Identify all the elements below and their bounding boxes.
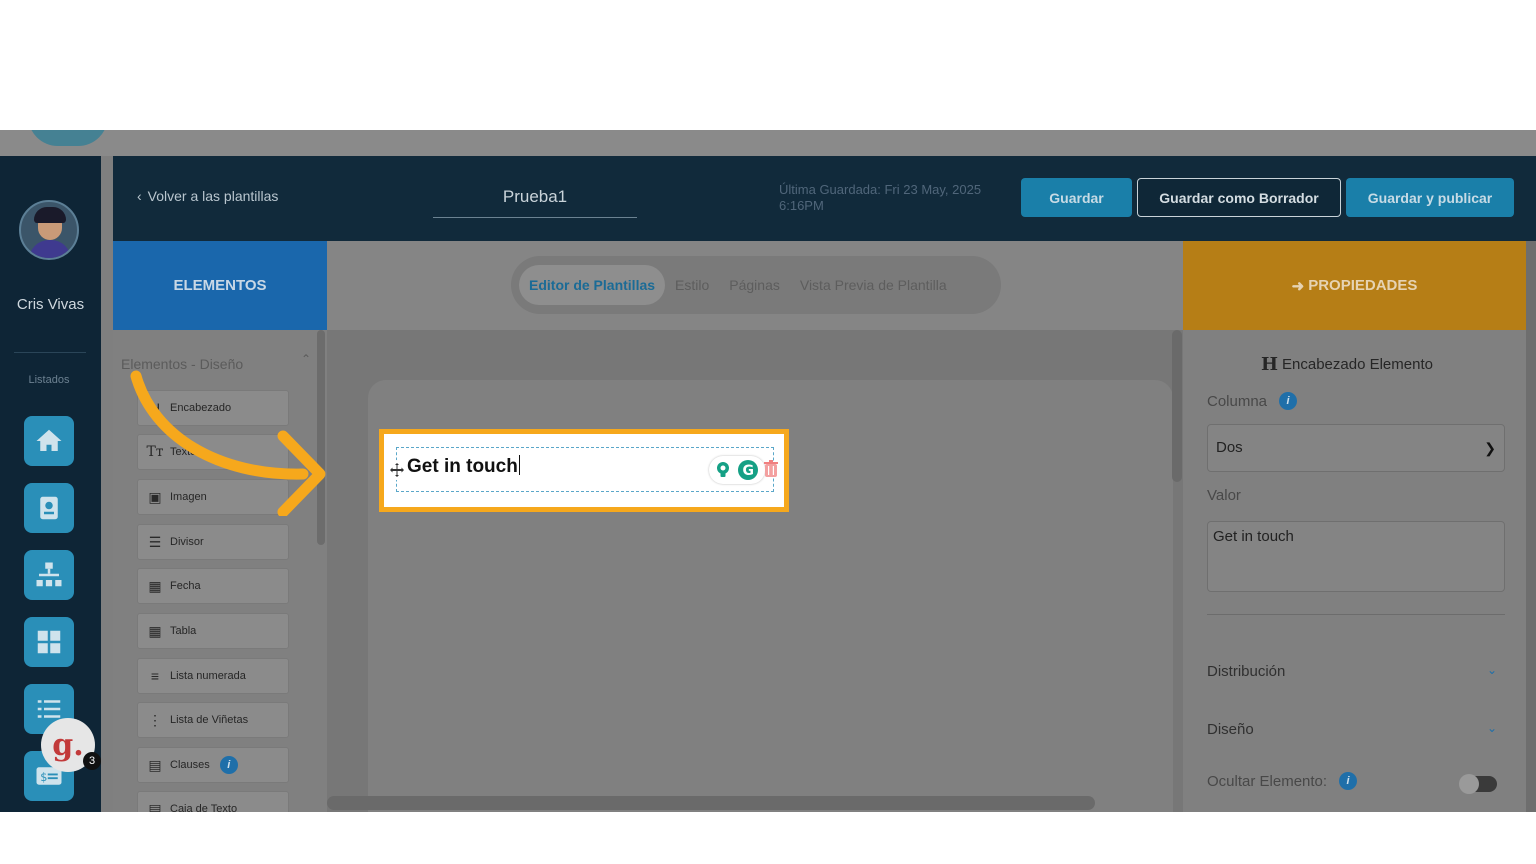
info-icon[interactable]: i bbox=[1279, 392, 1298, 410]
grid-icon bbox=[37, 630, 61, 654]
element-label: Tabla bbox=[170, 625, 197, 637]
tab-paginas[interactable]: Páginas bbox=[719, 265, 790, 305]
element-label: Clauses bbox=[170, 759, 210, 771]
sitemap-icon bbox=[36, 562, 62, 587]
last-saved-text: Última Guardada: Fri 23 May, 2025 6:16PM bbox=[779, 182, 982, 213]
column-select-value: Dos bbox=[1216, 439, 1243, 456]
top-strip bbox=[0, 130, 1536, 156]
elements-header[interactable]: ELEMENTOS bbox=[113, 241, 327, 330]
template-name-input[interactable]: Prueba1 bbox=[433, 176, 637, 218]
app-screenshot: Cris Vivas Listados $ g. 3 ‹ Volver a la… bbox=[0, 130, 1536, 812]
hide-element-toggle[interactable] bbox=[1459, 774, 1497, 794]
canvas-vertical-scrollbar[interactable] bbox=[1172, 330, 1182, 482]
lightbulb-icon[interactable] bbox=[713, 460, 733, 480]
properties-header-label: PROPIEDADES bbox=[1308, 277, 1418, 294]
column-select[interactable]: Dos ❯ bbox=[1207, 424, 1505, 472]
svg-text:$: $ bbox=[40, 771, 47, 784]
element-type-title: H Encabezado Elemento bbox=[1261, 354, 1433, 375]
user-name: Cris Vivas bbox=[16, 296, 85, 313]
dashboard-button[interactable] bbox=[24, 617, 74, 667]
tab-vista-previa[interactable]: Vista Previa de Plantilla bbox=[790, 265, 957, 305]
element-label: Caja de Texto bbox=[170, 803, 238, 812]
info-icon[interactable]: i bbox=[219, 756, 238, 774]
badge-icon bbox=[40, 496, 58, 520]
save-publish-button[interactable]: Guardar y publicar bbox=[1346, 178, 1514, 217]
selected-heading-element[interactable]: Get in touch G bbox=[379, 429, 789, 512]
element-lista-numerada[interactable]: ≡ Lista numerada bbox=[137, 658, 289, 694]
grammarly-icon[interactable]: G bbox=[737, 459, 759, 481]
design-label: Diseño bbox=[1207, 721, 1254, 738]
notification-count: 3 bbox=[83, 752, 101, 770]
properties-divider bbox=[1207, 614, 1505, 615]
chevron-left-icon: ‹ bbox=[137, 188, 142, 204]
chevron-down-icon: ⌄ bbox=[1486, 663, 1497, 677]
distribution-section[interactable]: Distribución ⌄ bbox=[1207, 663, 1497, 680]
rail-section-label: Listados bbox=[28, 374, 70, 386]
tabs-bar: Editor de Plantillas Estilo Páginas Vist… bbox=[327, 241, 1183, 330]
textbox-icon: ▤ bbox=[148, 800, 162, 813]
numbered-list-icon: ≡ bbox=[150, 668, 160, 684]
editor-header: ‹ Volver a las plantillas Prueba1 Última… bbox=[113, 156, 1536, 241]
element-label: Lista numerada bbox=[170, 670, 246, 682]
chevron-down-icon: ⌄ bbox=[1486, 721, 1497, 735]
home-icon bbox=[36, 429, 62, 451]
home-button[interactable] bbox=[24, 416, 74, 466]
bullet-list-icon: ⋮ bbox=[148, 711, 162, 728]
svg-text:G: G bbox=[743, 463, 755, 479]
save-draft-button[interactable]: Guardar como Borrador bbox=[1137, 178, 1341, 217]
element-caja-texto[interactable]: ▤ Caja de Texto bbox=[137, 791, 289, 812]
left-rail: Cris Vivas Listados $ bbox=[0, 156, 101, 812]
annotation-arrow-icon bbox=[130, 370, 326, 516]
heading-type-icon: H bbox=[1261, 354, 1279, 375]
hide-element-label-text: Ocultar Elemento: bbox=[1207, 772, 1328, 790]
element-divisor[interactable]: ☰ Divisor bbox=[137, 524, 289, 560]
element-label: Fecha bbox=[170, 580, 201, 592]
chevron-down-icon: ❯ bbox=[1484, 440, 1496, 456]
trash-icon[interactable] bbox=[763, 460, 779, 478]
element-type-label: Encabezado Elemento bbox=[1282, 356, 1433, 373]
editor-canvas[interactable] bbox=[327, 330, 1183, 812]
brand-logo bbox=[28, 130, 108, 146]
column-label-text: Columna bbox=[1207, 392, 1268, 410]
contacts-button[interactable] bbox=[24, 483, 74, 533]
tab-estilo[interactable]: Estilo bbox=[665, 265, 719, 305]
properties-header[interactable]: ➜ PROPIEDADES bbox=[1183, 241, 1526, 330]
value-label: Valor bbox=[1207, 487, 1241, 504]
hide-element-label: Ocultar Elemento: i bbox=[1207, 772, 1358, 790]
properties-scrollbar[interactable] bbox=[1526, 241, 1536, 812]
calendar-icon: ▦ bbox=[148, 577, 162, 594]
back-link[interactable]: ‹ Volver a las plantillas bbox=[137, 188, 278, 204]
distribution-label: Distribución bbox=[1207, 663, 1286, 680]
divider-icon: ☰ bbox=[148, 533, 162, 550]
element-tabla[interactable]: ▦ Tabla bbox=[137, 613, 289, 649]
properties-panel: H Encabezado Elemento Columna i Dos ❯ Va… bbox=[1183, 330, 1526, 812]
element-label: Lista de Viñetas bbox=[170, 714, 249, 726]
clauses-icon: ▤ bbox=[148, 756, 162, 773]
heading-text[interactable]: Get in touch bbox=[407, 455, 520, 478]
move-icon[interactable] bbox=[387, 460, 407, 480]
grammarly-tools[interactable]: G bbox=[709, 456, 765, 484]
arrow-right-icon: ➜ bbox=[1291, 277, 1305, 295]
design-section[interactable]: Diseño ⌄ bbox=[1207, 721, 1497, 738]
canvas-horizontal-scrollbar[interactable] bbox=[327, 796, 1095, 810]
chevron-up-icon[interactable]: ⌃ bbox=[301, 352, 311, 366]
element-lista-vinetas[interactable]: ⋮ Lista de Viñetas bbox=[137, 702, 289, 738]
avatar[interactable] bbox=[19, 200, 79, 260]
tabs-pill: Editor de Plantillas Estilo Páginas Vist… bbox=[511, 256, 1001, 314]
heading-element-box[interactable]: Get in touch G bbox=[387, 447, 778, 492]
table-icon: ▦ bbox=[148, 622, 162, 639]
value-textarea[interactable]: Get in touch bbox=[1207, 521, 1505, 592]
back-label: Volver a las plantillas bbox=[147, 188, 279, 204]
info-icon[interactable]: i bbox=[1339, 772, 1358, 790]
rail-divider bbox=[14, 352, 86, 353]
column-label: Columna i bbox=[1207, 392, 1298, 410]
element-label: Divisor bbox=[170, 536, 204, 548]
tab-editor[interactable]: Editor de Plantillas bbox=[519, 265, 666, 305]
element-clauses[interactable]: ▤ Clauses i bbox=[137, 747, 289, 783]
org-chart-button[interactable] bbox=[24, 550, 74, 600]
element-fecha[interactable]: ▦ Fecha bbox=[137, 568, 289, 604]
save-button[interactable]: Guardar bbox=[1021, 178, 1132, 217]
